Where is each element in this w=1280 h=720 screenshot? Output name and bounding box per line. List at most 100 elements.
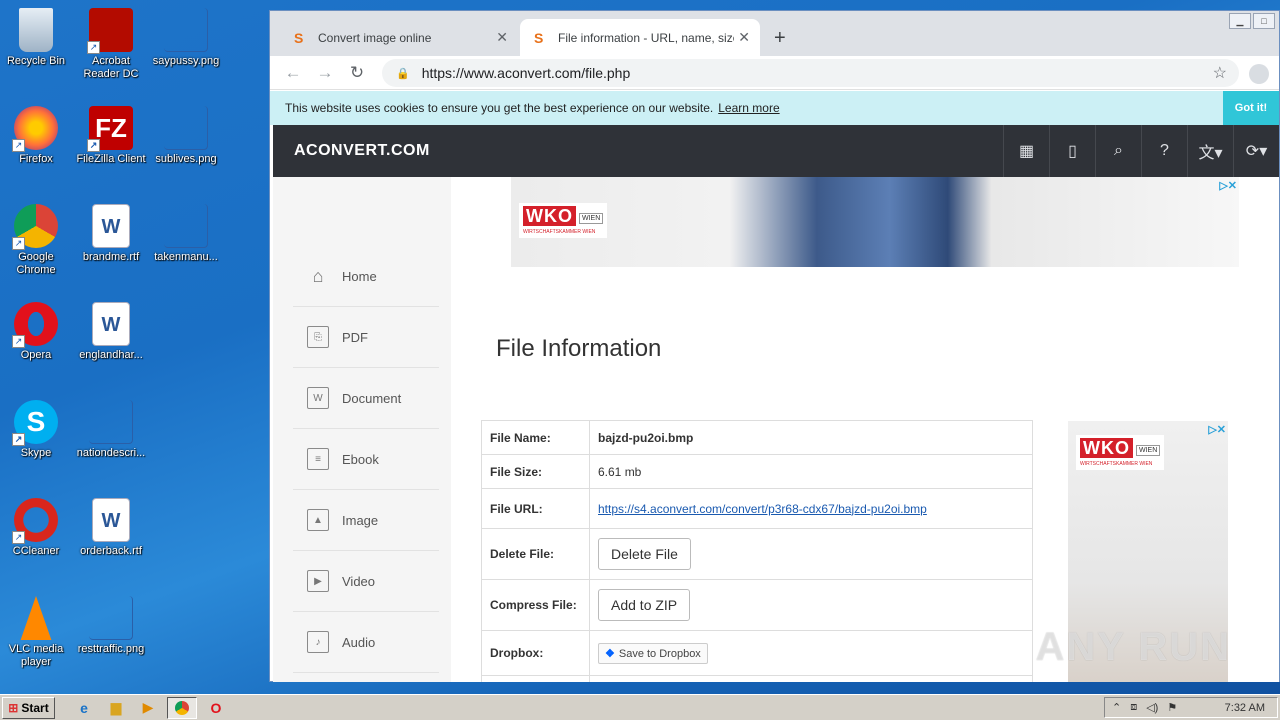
sidebar-item-pdf[interactable]: ⎘ PDF [293, 307, 439, 368]
tab-file-information[interactable]: S File information - URL, name, size and… [520, 19, 760, 56]
new-tab-icon[interactable]: + [774, 27, 786, 50]
mobile-icon[interactable]: ▯ [1049, 125, 1095, 177]
delete-file-button[interactable]: Delete File [598, 538, 691, 570]
firefox-icon: ↗ [12, 106, 58, 152]
word-document-icon: W [92, 302, 130, 346]
sidebar-item-image[interactable]: ▲ Image [293, 490, 439, 551]
desktop-icon-sublives[interactable]: sublives.png [150, 106, 222, 166]
top-ad-banner[interactable]: WKO WIEN WIRTSCHAFTSKAMMER WIEN ▷✕ [511, 177, 1239, 267]
desktop-icon-saypussy[interactable]: saypussy.png [150, 8, 222, 68]
file-icon [164, 204, 208, 248]
desktop-icon-chrome[interactable]: ↗ Google Chrome [0, 204, 72, 277]
filezilla-icon: FZ ↗ [87, 106, 133, 152]
desktop-icon-opera[interactable]: ↗ Opera [0, 302, 72, 362]
flag-icon[interactable]: ⚑ [1167, 701, 1177, 714]
ccleaner-icon: ↗ [12, 498, 58, 544]
table-row: Delete File: Delete File [481, 528, 1033, 580]
sidebar-item-video[interactable]: ▶ Video [293, 551, 439, 612]
volume-icon[interactable]: ◁) [1146, 701, 1158, 714]
main-content: WKO WIEN WIRTSCHAFTSKAMMER WIEN ▷✕ File I… [451, 177, 1279, 682]
profile-avatar-icon[interactable] [1249, 64, 1269, 84]
save-to-dropbox-button[interactable]: ❖ Save to Dropbox [598, 642, 708, 664]
media-player-taskbar-icon[interactable]: ▶ [135, 697, 161, 719]
image-icon: ▲ [307, 509, 329, 531]
address-bar[interactable]: 🔒 https://www.aconvert.com/file.php ☆ [382, 59, 1239, 87]
desktop-icon-takenmanu[interactable]: takenmanu... [150, 204, 222, 264]
desktop-icon-skype[interactable]: S ↗ Skype [0, 400, 72, 460]
sidebar: ⌂ Home ⎘ PDF W Document ≡ Ebook ▲ Image … [273, 177, 451, 682]
sidebar-item-audio[interactable]: ♪ Audio [293, 612, 439, 673]
browser-window: S Convert image online ✕ S File informat… [269, 10, 1280, 682]
tab-convert-image[interactable]: S Convert image online ✕ [280, 19, 518, 56]
search-icon[interactable]: ⌕ [1095, 125, 1141, 177]
table-row: File Name: bajzd-pu2oi.bmp [481, 420, 1033, 455]
opera-taskbar-icon[interactable]: O [203, 697, 229, 719]
site-logo[interactable]: ACONVERT.COM [294, 142, 430, 160]
start-button[interactable]: ⊞ Start [2, 696, 55, 719]
file-info-table: File Name: bajzd-pu2oi.bmp File Size: 6.… [481, 420, 1033, 682]
file-url-link[interactable]: https://s4.aconvert.com/convert/p3r68-cd… [598, 502, 927, 516]
minimize-icon[interactable]: ▁ [1229, 13, 1251, 29]
grid-icon[interactable]: ▦ [1003, 125, 1049, 177]
ad-close-icon[interactable]: ▷✕ [1208, 423, 1226, 436]
desktop-icon-recycle-bin[interactable]: Recycle Bin [0, 8, 72, 68]
chrome-icon: ↗ [12, 204, 58, 250]
desktop-icon-orderback[interactable]: W orderback.rtf [75, 498, 147, 558]
ad-close-icon[interactable]: ▷✕ [1219, 179, 1237, 192]
desktop-icon-englandhar[interactable]: W englandhar... [75, 302, 147, 362]
chrome-taskbar-icon[interactable] [167, 696, 197, 719]
sidebar-item-document[interactable]: W Document [293, 368, 439, 429]
url-text: https://www.aconvert.com/file.php [421, 65, 631, 81]
skype-icon: S ↗ [12, 400, 58, 446]
convert-menu-icon[interactable]: ⟳▾ [1233, 125, 1279, 177]
forward-arrow-icon[interactable]: → [312, 63, 338, 83]
sidebar-item-ebook[interactable]: ≡ Ebook [293, 429, 439, 490]
table-row [481, 675, 1033, 682]
table-row: Dropbox: ❖ Save to Dropbox [481, 630, 1033, 676]
anyrun-watermark: ANY RUN [1035, 625, 1231, 669]
ad-logo: WKO WIEN WIRTSCHAFTSKAMMER WIEN [519, 203, 608, 238]
document-icon: W [307, 387, 329, 409]
page-title: File Information [496, 335, 662, 362]
got-it-button[interactable]: Got it! [1223, 91, 1279, 125]
desktop-icon-acrobat[interactable]: ↗ Acrobat Reader DC [75, 8, 147, 81]
desktop-icon-nationdescri[interactable]: nationdescri... [75, 400, 147, 460]
ie-taskbar-icon[interactable]: e [71, 697, 97, 719]
language-icon[interactable]: 文▾ [1187, 125, 1233, 177]
video-icon: ▶ [307, 570, 329, 592]
desktop-icon-vlc[interactable]: VLC media player [0, 596, 72, 669]
tray-expand-icon[interactable]: ⌃ [1112, 701, 1121, 714]
image-file-icon [164, 106, 208, 150]
tab-strip: S Convert image online ✕ S File informat… [270, 11, 1279, 56]
aconvert-favicon-icon: S [534, 29, 544, 46]
tab-close-icon[interactable]: ✕ [496, 29, 508, 46]
maximize-icon[interactable]: □ [1253, 13, 1275, 29]
system-tray: ⌃ ⧈ ◁) ⚑ 7:32 AM [1104, 697, 1278, 718]
learn-more-link[interactable]: Learn more [718, 101, 779, 115]
ad-logo: WKO WIEN WIRTSCHAFTSKAMMER WIEN [1076, 435, 1165, 470]
desktop-icon-filezilla[interactable]: FZ ↗ FileZilla Client [75, 106, 147, 166]
bookmark-star-icon[interactable]: ☆ [1213, 63, 1227, 83]
tab-close-icon[interactable]: ✕ [738, 29, 750, 46]
browser-toolbar: ← → ↻ 🔒 https://www.aconvert.com/file.ph… [270, 56, 1279, 90]
desktop-icon-resttraffic[interactable]: resttraffic.png [75, 596, 147, 656]
help-icon[interactable]: ? [1141, 125, 1187, 177]
home-icon: ⌂ [312, 265, 324, 286]
explorer-taskbar-icon[interactable]: ▆ [103, 697, 129, 719]
back-arrow-icon[interactable]: ← [280, 63, 306, 83]
word-document-icon: W [92, 204, 130, 248]
audio-icon: ♪ [307, 631, 329, 653]
clock[interactable]: 7:32 AM [1225, 702, 1265, 714]
desktop-icon-firefox[interactable]: ↗ Firefox [0, 106, 72, 166]
table-row: File Size: 6.61 mb [481, 454, 1033, 489]
reload-icon[interactable]: ↻ [344, 63, 370, 83]
desktop-icon-brandme[interactable]: W brandme.rtf [75, 204, 147, 264]
sidebar-item-home[interactable]: ⌂ Home [293, 246, 439, 307]
recycle-bin-icon [19, 8, 53, 52]
site-header: ACONVERT.COM ▦ ▯ ⌕ ? 文▾ ⟳▾ [273, 125, 1279, 177]
desktop-icon-ccleaner[interactable]: ↗ CCleaner [0, 498, 72, 558]
header-icons: ▦ ▯ ⌕ ? 文▾ ⟳▾ [1003, 125, 1279, 177]
ebook-icon: ≡ [307, 448, 329, 470]
add-to-zip-button[interactable]: Add to ZIP [598, 589, 691, 621]
network-icon[interactable]: ⧈ [1130, 701, 1137, 714]
